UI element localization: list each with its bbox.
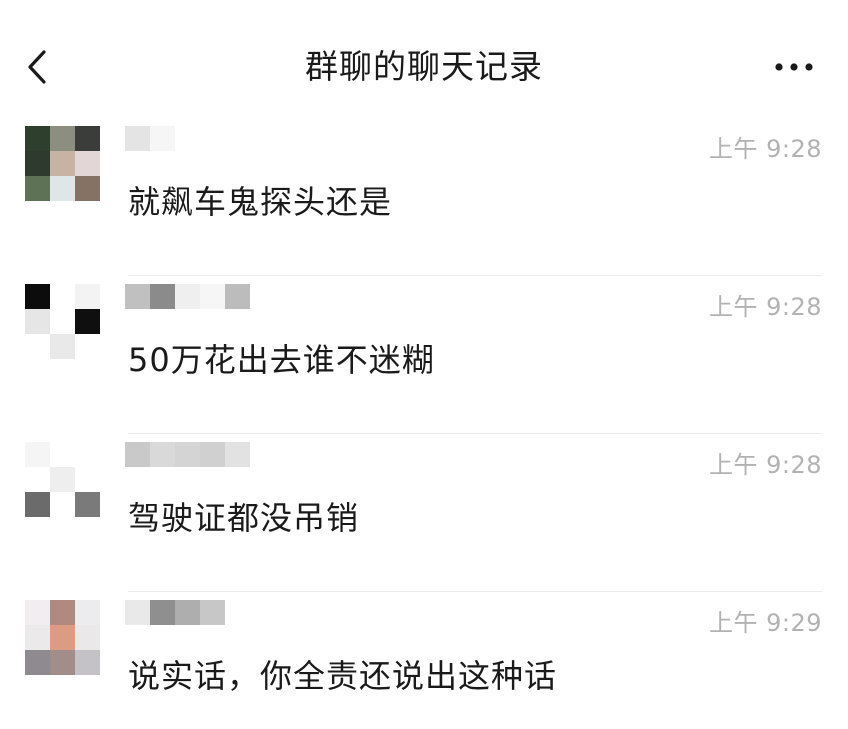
chat-history-screen: 群聊的聊天记录 上午 9:28 就飙车鬼探头还是 上午 9:28 50万花出去谁…: [0, 0, 848, 729]
message-timestamp: 上午 9:29: [708, 609, 822, 637]
avatar-pixel: [25, 284, 50, 309]
avatar-pixel: [25, 467, 50, 492]
avatar-pixel: [50, 625, 75, 650]
avatar-pixel: [50, 284, 75, 309]
sender-name-pixelated: [125, 284, 250, 309]
name-pixel: [200, 126, 225, 151]
avatar-pixel: [25, 126, 50, 151]
avatar-pixel: [25, 442, 50, 467]
name-pixel: [175, 126, 200, 151]
name-pixel: [150, 126, 175, 151]
name-pixel: [200, 284, 225, 309]
avatar[interactable]: [25, 284, 100, 359]
avatar-pixel: [75, 650, 100, 675]
name-pixel: [225, 284, 250, 309]
message-item: 上午 9:28 50万花出去谁不迷糊: [0, 276, 848, 434]
avatar-pixel: [25, 334, 50, 359]
name-pixel: [175, 600, 200, 625]
avatar-pixel: [25, 176, 50, 201]
avatar-pixel: [75, 625, 100, 650]
message-item: 上午 9:29 说实话，你全责还说出这种话: [0, 592, 848, 729]
avatar-pixel: [75, 442, 100, 467]
avatar-pixel: [50, 151, 75, 176]
name-pixel: [200, 600, 225, 625]
avatar-pixel: [75, 151, 100, 176]
avatar-pixel: [75, 334, 100, 359]
name-pixel: [225, 442, 250, 467]
message-text: 驾驶证都没吊销: [128, 499, 360, 537]
sender-name-pixelated: [125, 442, 250, 467]
avatar-pixel: [50, 442, 75, 467]
more-options-button[interactable]: [766, 52, 822, 82]
avatar-pixel: [50, 492, 75, 517]
avatar[interactable]: [25, 600, 100, 675]
message-timestamp: 上午 9:28: [708, 135, 822, 163]
sender-name-pixelated: [125, 126, 250, 151]
name-pixel: [125, 126, 150, 151]
header-bar: 群聊的聊天记录: [0, 0, 848, 118]
avatar-pixel: [50, 650, 75, 675]
message-text: 说实话，你全责还说出这种话: [128, 657, 558, 695]
avatar-pixel: [50, 467, 75, 492]
message-text: 就飙车鬼探头还是: [128, 183, 393, 221]
name-pixel: [175, 442, 200, 467]
name-pixel: [150, 442, 175, 467]
avatar-pixel: [25, 600, 50, 625]
message-list: 上午 9:28 就飙车鬼探头还是 上午 9:28 50万花出去谁不迷糊 上午 9…: [0, 118, 848, 729]
avatar-pixel: [75, 309, 100, 334]
avatar-pixel: [75, 126, 100, 151]
message-timestamp: 上午 9:28: [708, 451, 822, 479]
avatar-pixel: [25, 650, 50, 675]
name-pixel: [125, 600, 150, 625]
avatar-pixel: [50, 309, 75, 334]
avatar-pixel: [50, 126, 75, 151]
avatar-pixel: [50, 176, 75, 201]
name-pixel: [150, 284, 175, 309]
avatar-pixel: [75, 176, 100, 201]
page-title: 群聊的聊天记录: [305, 47, 543, 86]
more-horizontal-icon: [775, 63, 813, 71]
message-text: 50万花出去谁不迷糊: [128, 341, 435, 379]
avatar-pixel: [50, 600, 75, 625]
avatar-pixel: [25, 625, 50, 650]
avatar-pixel: [75, 492, 100, 517]
name-pixel: [200, 442, 225, 467]
avatar[interactable]: [25, 126, 100, 201]
avatar-pixel: [25, 492, 50, 517]
avatar-pixel: [25, 309, 50, 334]
name-pixel: [125, 284, 150, 309]
avatar[interactable]: [25, 442, 100, 517]
name-pixel: [225, 600, 250, 625]
name-pixel: [225, 126, 250, 151]
avatar-pixel: [50, 334, 75, 359]
avatar-pixel: [75, 600, 100, 625]
message-item: 上午 9:28 驾驶证都没吊销: [0, 434, 848, 592]
sender-name-pixelated: [125, 600, 250, 625]
avatar-pixel: [75, 467, 100, 492]
name-pixel: [150, 600, 175, 625]
message-timestamp: 上午 9:28: [708, 293, 822, 321]
avatar-pixel: [25, 151, 50, 176]
message-item: 上午 9:28 就飙车鬼探头还是: [0, 118, 848, 276]
name-pixel: [125, 442, 150, 467]
avatar-pixel: [75, 284, 100, 309]
name-pixel: [175, 284, 200, 309]
